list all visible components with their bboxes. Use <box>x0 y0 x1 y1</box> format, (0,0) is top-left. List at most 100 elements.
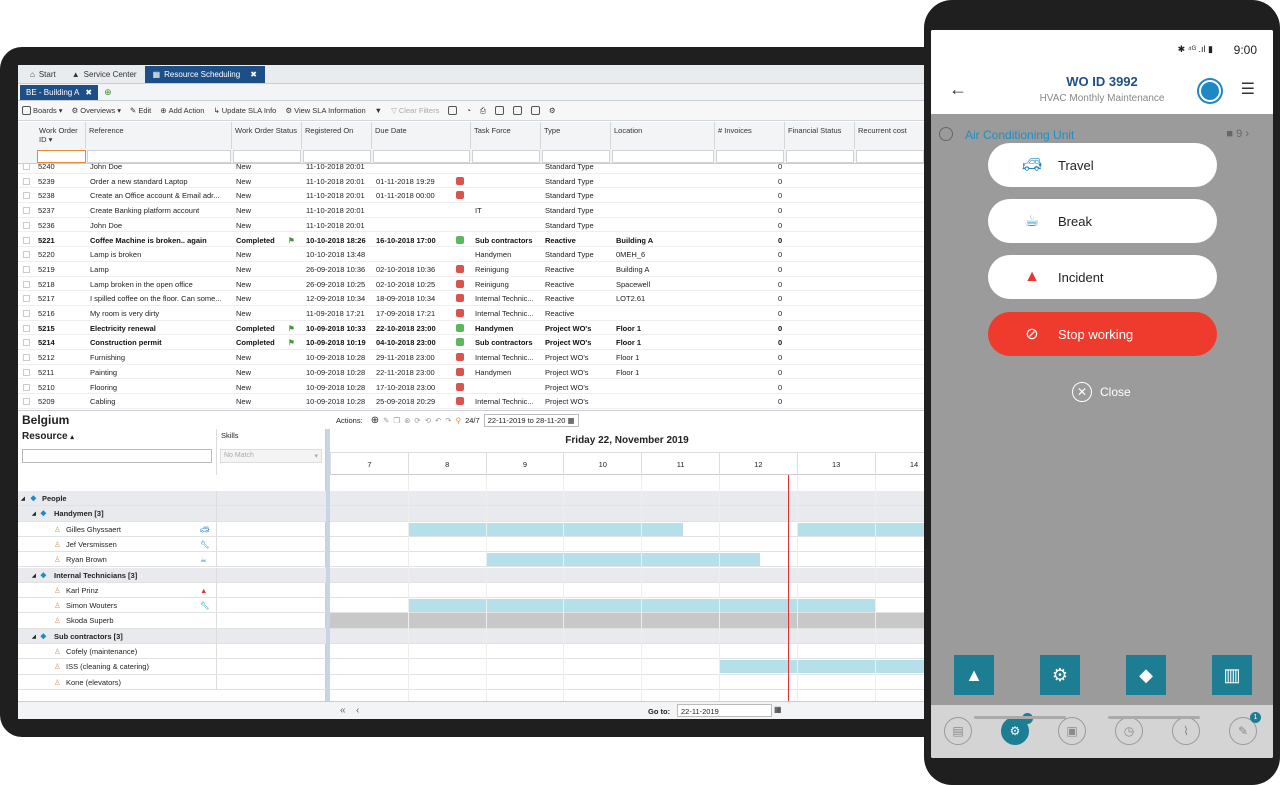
table-row[interactable]: 5236 John Doe New 11-10-2018 20:01 Standard … <box>18 218 924 233</box>
resource-row[interactable]: ♙ ISS (cleaning & catering) <box>18 659 326 675</box>
table-row[interactable]: 5238 Create an Office account & Email adr… <box>18 188 924 204</box>
toolbox-icon[interactable]: ▣ <box>1058 717 1086 745</box>
resource-row[interactable]: ♙ Ryan Brown ☕︎ <box>18 552 326 568</box>
row-checkbox[interactable] <box>23 192 30 200</box>
goto-date-input[interactable]: 22-11-2019 <box>677 704 772 717</box>
refresh-icon[interactable]: ⟲ <box>425 416 431 425</box>
table-row[interactable]: 5212 Furnishing New 10-09-2018 10:28 29-11-2… <box>18 350 924 365</box>
resource-search-input[interactable] <box>22 449 212 463</box>
resource-group[interactable]: ◢ ❖ People <box>18 491 326 507</box>
filter-button[interactable]: ▼ <box>375 106 382 115</box>
table-row[interactable]: 5214 Construction permit Completed 10-09-20… <box>18 335 924 351</box>
export-button[interactable] <box>494 106 504 115</box>
column-location[interactable]: Location <box>611 122 715 149</box>
calendar-icon[interactable]: ▦ <box>568 416 575 425</box>
clock-icon[interactable]: ◷ <box>1115 717 1143 745</box>
timeline-row[interactable] <box>330 675 924 690</box>
timeline-row[interactable] <box>330 659 924 675</box>
resource-row[interactable]: ♙ Karl Prinz ▲ <box>18 582 326 599</box>
column-registered-on[interactable]: Registered On <box>302 122 372 149</box>
expand-icon[interactable]: ◢ <box>21 496 25 502</box>
sync-icon[interactable]: ⟳ <box>414 416 420 425</box>
row-checkbox[interactable] <box>23 265 30 273</box>
columns-button[interactable] <box>448 106 458 115</box>
add-icon[interactable]: ⊕ <box>371 415 379 426</box>
update-sla-button[interactable]: ↳ Update SLA Info <box>213 106 276 115</box>
back-icon[interactable]: ‹ <box>356 705 359 716</box>
timeline-row[interactable] <box>330 567 924 583</box>
timeline-row[interactable] <box>330 613 924 629</box>
row-checkbox[interactable] <box>23 163 30 170</box>
column-financial-status[interactable]: Financial Status <box>785 122 855 149</box>
row-checkbox[interactable] <box>23 221 30 229</box>
row-checkbox[interactable] <box>23 368 30 376</box>
timeline-row[interactable] <box>330 537 924 553</box>
expand-icon[interactable]: ◢ <box>32 634 36 640</box>
table-row[interactable]: 5209 Cabling New 10-09-2018 10:28 25-09-2018… <box>18 394 924 409</box>
resource-row[interactable]: ♙ Kone (elevators) <box>18 674 326 690</box>
resource-row[interactable]: ♙ Gilles Ghyssaert 🚙︎ <box>18 521 326 537</box>
row-checkbox[interactable] <box>23 236 30 244</box>
report-button[interactable] <box>530 106 540 115</box>
row-checkbox[interactable] <box>23 324 30 332</box>
table-row[interactable]: 5218 Lamp broken in the open office New 26-… <box>18 277 924 292</box>
table-row[interactable]: 5221 Coffee Machine is broken.. again Comp… <box>18 233 924 248</box>
timeline-row[interactable] <box>330 583 924 599</box>
stop-working-button[interactable]: ⊘ Stop working <box>988 312 1217 356</box>
row-checkbox[interactable] <box>23 295 30 303</box>
column-invoices[interactable]: # Invoices <box>715 122 785 149</box>
timeline-row[interactable] <box>330 598 924 614</box>
column-reference[interactable]: Reference <box>86 122 232 149</box>
timeline-row[interactable] <box>330 628 924 644</box>
row-checkbox[interactable] <box>23 280 30 288</box>
redo-icon[interactable]: ↷ <box>445 416 451 425</box>
close-icon[interactable]: ✖ <box>250 70 257 79</box>
booking-bar[interactable] <box>797 522 924 536</box>
cube-icon[interactable]: ◆ <box>1126 655 1166 695</box>
clipboard-icon[interactable]: ▤ <box>944 717 972 745</box>
resource-row[interactable]: ♙ Simon Wouters 🔧︎ <box>18 598 326 614</box>
table-row[interactable]: 5237 Create Banking platform account New 11… <box>18 203 924 218</box>
timeline-row[interactable] <box>330 491 924 507</box>
zoom-icon[interactable]: ⚲ <box>456 416 462 425</box>
overviews-button[interactable]: ⚙ Overviews ▾ <box>72 106 122 115</box>
gear-icon[interactable]: ⚙ <box>1040 655 1080 695</box>
edit-button[interactable]: ✎ Edit <box>130 106 151 115</box>
tab-start[interactable]: ⌂ Start <box>22 66 64 83</box>
new-tab-icon[interactable]: ⊕ <box>104 87 112 98</box>
stopwatch-icon[interactable] <box>1199 80 1221 102</box>
mode-toggle[interactable]: 24/7 <box>465 416 480 425</box>
menu-icon[interactable]: ☰ <box>1241 79 1255 99</box>
resource-row[interactable]: ♙ Skoda Superb <box>18 613 326 629</box>
close-button[interactable]: ✕ Close <box>1072 382 1131 402</box>
table-row[interactable]: 5239 Order a new standard Laptop New 11-10-… <box>18 174 924 189</box>
pencil-icon[interactable]: ✎ <box>383 416 389 425</box>
clear-filters-button[interactable]: ▽ Clear Filters <box>391 106 439 115</box>
prev-icon[interactable]: « <box>340 705 346 716</box>
close-icon[interactable]: ✖ <box>85 88 92 97</box>
timeline-row[interactable] <box>330 506 924 522</box>
tab-building-a[interactable]: BE - Building A ✖ <box>20 84 99 100</box>
date-range-field[interactable]: 22-11-2019 to 28-11-20 ▦ <box>483 413 579 427</box>
table-row[interactable]: 5217 I spilled coffee on the floor. Can s… <box>18 291 924 306</box>
resource-group[interactable]: ◢ ❖ Handymen [3] <box>18 506 326 522</box>
boards-button[interactable]: Boards ▾ <box>22 106 63 115</box>
undo-icon[interactable]: ↶ <box>435 416 441 425</box>
timeline-row[interactable] <box>330 552 924 568</box>
table-row[interactable]: 5216 My room is very dirty New 11-09-2018 1… <box>18 306 924 321</box>
copy-icon[interactable]: ❐ <box>393 416 400 425</box>
column-due-date[interactable]: Due Date <box>372 122 471 149</box>
row-checkbox[interactable] <box>23 310 30 317</box>
resource-row[interactable]: ♙ Cofely (maintenance) <box>18 644 326 660</box>
table-row[interactable]: 5211 Painting New 10-09-2018 10:28 22-11-201… <box>18 365 924 380</box>
row-checkbox[interactable] <box>23 251 30 259</box>
incident-button[interactable]: ▲ Incident <box>988 255 1217 299</box>
calendar-icon[interactable]: ▦ <box>774 705 782 714</box>
delete-icon[interactable]: ⊗ <box>404 416 410 425</box>
cone-icon[interactable]: ▲ <box>954 655 994 695</box>
table-row[interactable]: 5240 John Doe New 11-10-2018 20:01 Standard … <box>18 159 924 174</box>
tab-resource-scheduling[interactable]: ▦ Resource Scheduling ✖ <box>144 66 265 83</box>
table-row[interactable]: 5210 Flooring New 10-09-2018 10:28 17-10-201… <box>18 380 924 395</box>
resource-header[interactable]: Resource ▴ <box>22 431 74 442</box>
row-checkbox[interactable] <box>23 177 30 185</box>
